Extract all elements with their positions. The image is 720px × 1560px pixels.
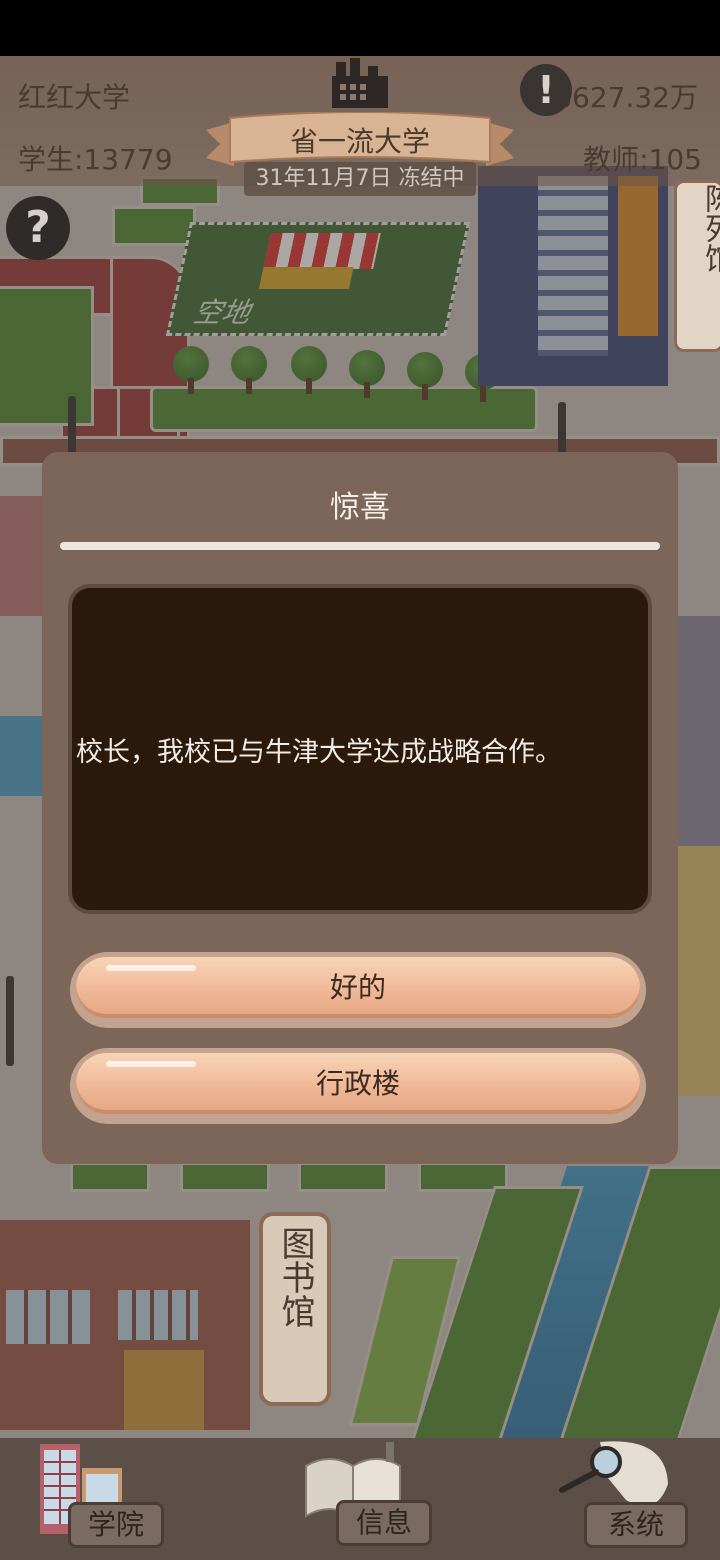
dialog-title: 惊喜 [330, 490, 390, 525]
factory-icon [332, 58, 388, 108]
student-count: 学生:13779 [18, 143, 173, 176]
game-date-status: 31年11月7日 冻结中 [244, 162, 476, 196]
library-sign[interactable]: 图书馆 [259, 1212, 331, 1406]
school-name: 红红大学 [18, 81, 131, 114]
nav-system[interactable]: 系统 [556, 1438, 696, 1560]
ok-button[interactable]: 好的 [70, 952, 646, 1028]
dialog-divider [60, 542, 660, 550]
bottom-nav: 学院 信息 系统 [0, 1438, 720, 1560]
nav-system-label: 系统 [584, 1502, 688, 1548]
nav-college[interactable]: 学院 [30, 1438, 170, 1560]
exhibition-hall-sign[interactable]: 陈列馆 [674, 180, 720, 352]
nav-info-label: 信息 [336, 1500, 432, 1546]
dialog-message: 校长，我校已与牛津大学达成战略合作。 [76, 736, 562, 768]
rank-title: 省一流大学 [289, 125, 430, 158]
exclamation-icon[interactable]: ! [520, 64, 572, 116]
ok-button-label: 好的 [76, 957, 640, 1018]
admin-building-button[interactable]: 行政楼 [70, 1048, 646, 1124]
nav-college-label: 学院 [68, 1502, 164, 1548]
question-icon[interactable]: ? [6, 196, 70, 260]
admin-building-button-label: 行政楼 [76, 1053, 640, 1114]
money-amount: 8627.32万 [554, 81, 698, 114]
exhibition-hall-sign-label: 陈列馆 [699, 183, 720, 273]
event-dialog: 惊喜 校长，我校已与牛津大学达成战略合作。 好的 行政楼 [42, 452, 678, 1164]
status-bar [0, 0, 720, 56]
library-sign-label: 图书馆 [275, 1226, 315, 1328]
message-box: 校长，我校已与牛津大学达成战略合作。 [68, 584, 652, 914]
teacher-count: 教师:105 [583, 143, 702, 176]
nav-info[interactable]: 信息 [298, 1438, 438, 1560]
